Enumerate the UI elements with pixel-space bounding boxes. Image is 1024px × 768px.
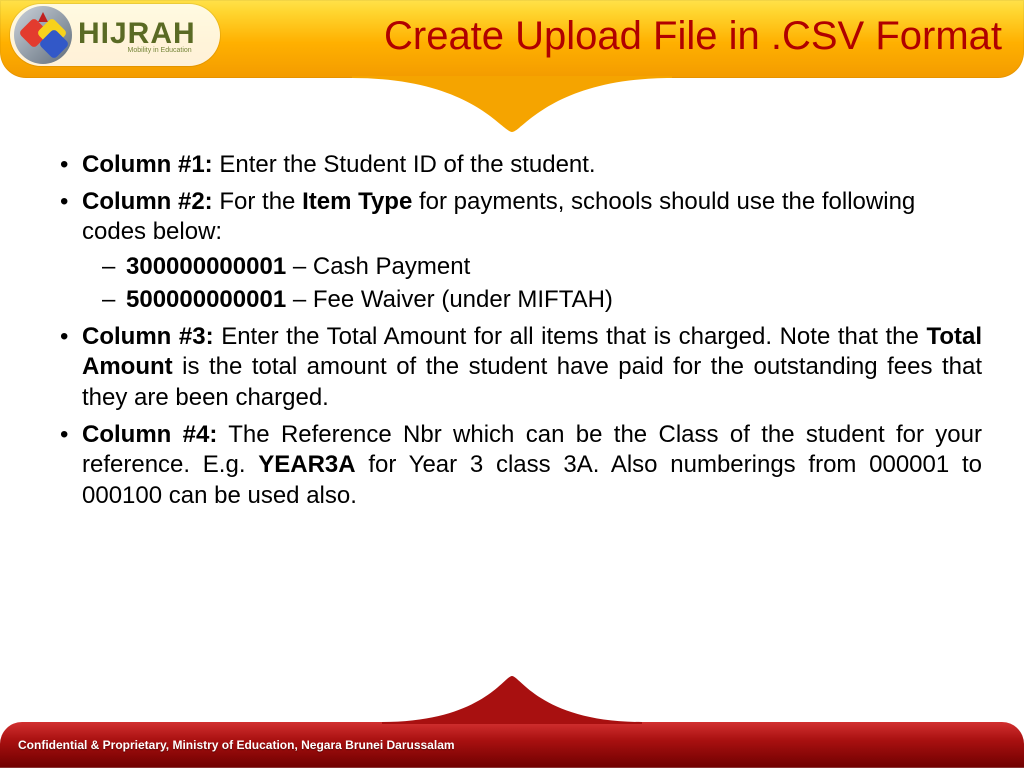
slide-title: Create Upload File in .CSV Format: [384, 14, 1002, 59]
bullet-column-4: Column #4: The Reference Nbr which can b…: [82, 420, 982, 512]
logo: HIJRAH Mobility in Education: [10, 4, 220, 66]
col3-label: Column #3:: [82, 323, 214, 350]
col2-label: Column #2:: [82, 188, 213, 215]
col4-bold: YEAR3A: [258, 451, 355, 478]
col2-itemtype: Item Type: [302, 188, 412, 215]
header-pointer-icon: [352, 76, 672, 138]
footer-pointer-icon: [382, 672, 642, 724]
code2-desc: – Fee Waiver (under MIFTAH): [286, 286, 613, 313]
col4-label: Column #4:: [82, 421, 217, 448]
col1-text: Enter the Student ID of the student.: [213, 151, 596, 178]
content-area: Column #1: Enter the Student ID of the s…: [0, 78, 1024, 512]
footer-text: Confidential & Proprietary, Ministry of …: [0, 722, 1024, 752]
bullet-column-1: Column #1: Enter the Student ID of the s…: [82, 150, 982, 181]
header-bar: HIJRAH Mobility in Education Create Uplo…: [0, 0, 1024, 78]
subbullet-code-1: 300000000001 – Cash Payment: [126, 252, 982, 283]
logo-tagline: Mobility in Education: [78, 47, 192, 54]
bullet-column-3: Column #3: Enter the Total Amount for al…: [82, 322, 982, 414]
col2-lead: For the: [213, 188, 302, 215]
code1: 300000000001: [126, 253, 286, 280]
subbullet-code-2: 500000000001 – Fee Waiver (under MIFTAH): [126, 285, 982, 316]
logo-text: HIJRAH: [78, 17, 196, 51]
logo-globe-icon: [14, 6, 72, 64]
code2: 500000000001: [126, 286, 286, 313]
code1-desc: – Cash Payment: [286, 253, 470, 280]
col1-label: Column #1:: [82, 151, 213, 178]
col3-t2: is the total amount of the student have …: [82, 353, 982, 411]
footer-bar: Confidential & Proprietary, Ministry of …: [0, 722, 1024, 768]
col3-t1: Enter the Total Amount for all items tha…: [214, 323, 927, 350]
bullet-column-2: Column #2: For the Item Type for payment…: [82, 187, 982, 316]
